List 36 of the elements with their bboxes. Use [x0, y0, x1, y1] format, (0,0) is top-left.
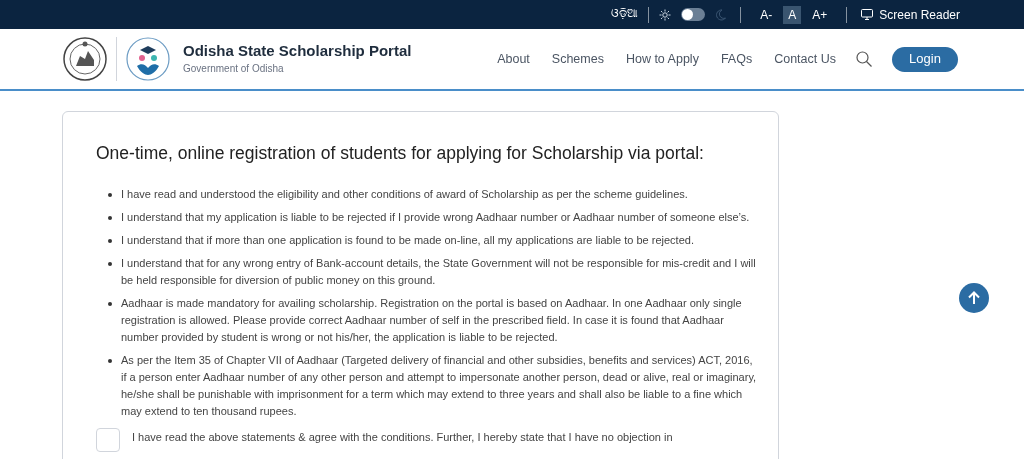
bullet-icon [108, 239, 112, 244]
language-link[interactable]: ଓଡ଼ିଆ [611, 6, 639, 23]
bullet-icon [108, 302, 112, 307]
sun-icon[interactable] [659, 8, 672, 21]
font-size-button[interactable]: A+ [807, 5, 833, 24]
statement-text: I understand that my application is liable to be rejected if I provide wrong Aadhaar number or Aadhaar number of someone else’s. [121, 210, 751, 226]
statement-text: I understand that if more than one application is found to be made on-line, all my applications are liable to be rejected. [121, 233, 695, 249]
scholarship-logo-icon [125, 36, 171, 82]
search-icon[interactable] [856, 51, 872, 67]
portal-title: Odisha State Scholarship Portal [183, 42, 412, 61]
monitor-icon [861, 9, 874, 20]
statement-text: I understand that for any wrong entry of Bank-account details, the State Government will not be responsible for mis-credit and I will be held responsible for diversion of public money on this ground. [121, 256, 757, 289]
login-button[interactable]: Login [892, 46, 958, 72]
portal-subtitle: Government of Odisha [183, 61, 285, 76]
bullet-icon [108, 262, 112, 267]
statement-text: Aadhaar is made mandatory for availing scholarship. Registration on the portal is based on Aadhaar. In one Aadhaar only single registration is allowed. Please provide correct Aadhaar number of self in the prescribed field. In case it is found that Aadhaar number provided by student is wrong or not his/her, the application is liable to be rejected. [121, 296, 743, 346]
nav-link[interactable]: FAQs [720, 49, 753, 69]
scroll-top-button[interactable] [959, 283, 989, 313]
font-size-button[interactable]: A- [755, 5, 778, 24]
screen-reader-button[interactable]: Screen Reader [861, 5, 960, 24]
agree-checkbox[interactable] [96, 428, 120, 453]
theme-toggle[interactable] [681, 8, 706, 21]
arrow-up-icon [968, 291, 980, 305]
bullet-icon [108, 359, 112, 364]
statement-text: As per the Item 35 of Chapter VII of Aadhaar (Targeted delivery of financial and other subsidies, benefits and services) ACT, 2016, if a person enter Aadhaar number of any other person and attempt to impersonate another person, dead or alive, real or imaginary, he/she shall be punishable with imprisonment for a term which may extend to three years and shall also be liable to a fine which may extend to ten thousand rupees. [121, 353, 758, 420]
bullet-icon [108, 216, 112, 221]
agreement-text: I have read the above statements & agree with the conditions. Further, I hereby state that I have no objection in [132, 430, 674, 446]
nav-link[interactable]: About [497, 49, 530, 69]
card-heading: One-time, online registration of students for applying for Scholarship via portal: [96, 142, 705, 165]
font-size-button[interactable]: A [783, 5, 802, 24]
nav-link[interactable]: Contact Us [774, 49, 836, 69]
nav-link[interactable]: How to Apply [625, 49, 699, 69]
bullet-icon [108, 193, 112, 198]
nav-link[interactable]: Schemes [551, 49, 604, 69]
statement-text: I have read and understood the eligibility and other conditions of award of Scholarship as per the scheme guidelines. [121, 187, 689, 203]
emblem-icon [62, 36, 108, 82]
